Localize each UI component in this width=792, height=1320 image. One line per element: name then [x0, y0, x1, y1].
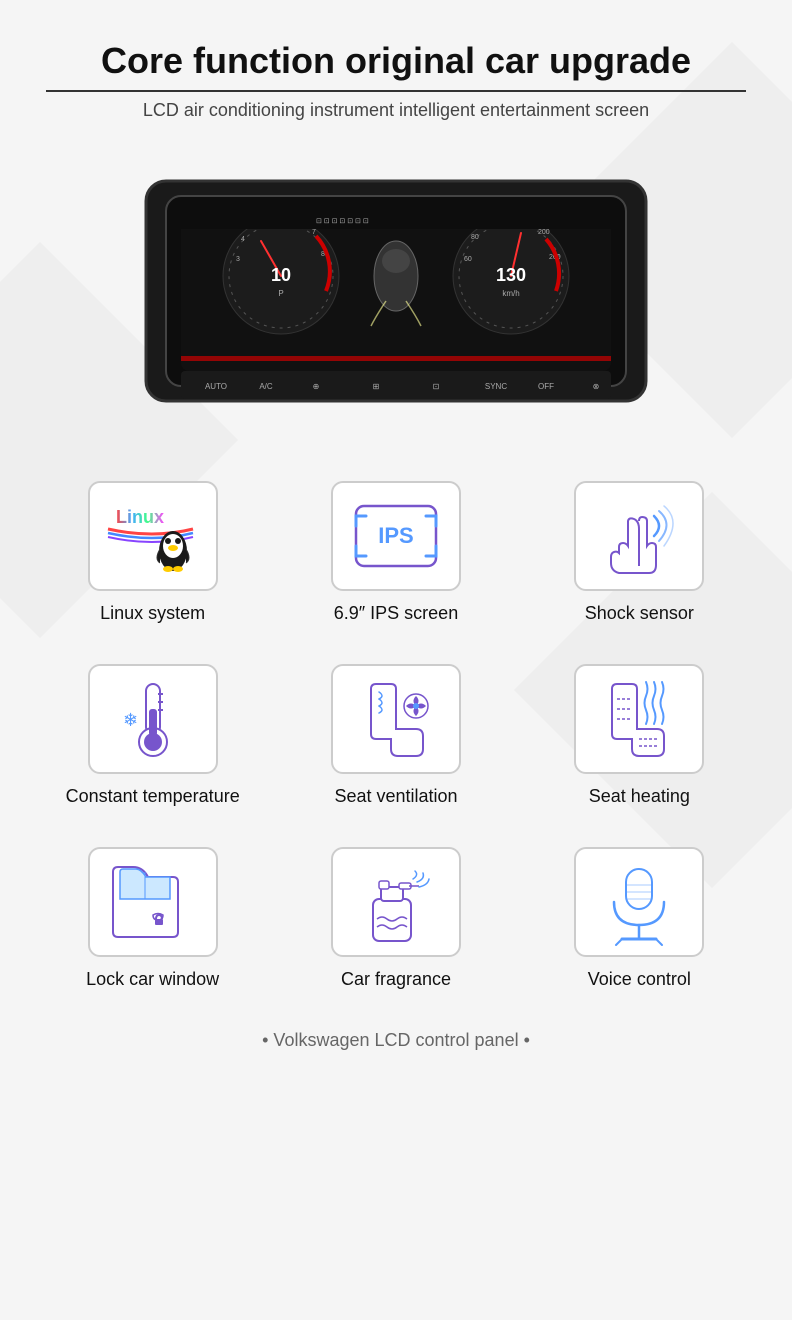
svg-text:⊗: ⊗: [593, 382, 600, 391]
svg-text:Linux: Linux: [116, 507, 164, 527]
svg-text:10: 10: [271, 265, 291, 285]
svg-text:7: 7: [312, 229, 316, 236]
feature-seat-heating: Seat heating: [533, 664, 746, 807]
svg-text:IPS: IPS: [378, 523, 413, 548]
svg-text:⊡ ⊡ ⊡ ⊡ ⊡ ⊡ ⊡: ⊡ ⊡ ⊡ ⊡ ⊡ ⊡ ⊡: [316, 218, 369, 225]
feature-seat-ventilation: Seat ventilation: [289, 664, 502, 807]
page-subtitle: LCD air conditioning instrument intellig…: [143, 100, 649, 121]
car-dashboard-image: 10 P 3 4 5 6 7 8 130: [106, 151, 686, 431]
page-title: Core function original car upgrade: [46, 40, 746, 92]
lock-car-window-label: Lock car window: [86, 969, 219, 990]
shock-icon-box: [574, 481, 704, 591]
svg-text:P: P: [278, 289, 283, 298]
voice-icon-box: [574, 847, 704, 957]
svg-text:⊡: ⊡: [433, 382, 440, 391]
linux-icon-box: Linux: [88, 481, 218, 591]
ips-icon-box: IPS: [331, 481, 461, 591]
feature-ips-screen: IPS 6.9″ IPS screen: [289, 481, 502, 624]
svg-text:km/h: km/h: [502, 289, 519, 298]
feature-linux-system: Linux: [46, 481, 259, 624]
seat-heating-label: Seat heating: [589, 786, 690, 807]
svg-text:⊞: ⊞: [373, 382, 380, 391]
svg-text:3: 3: [236, 256, 240, 263]
svg-text:60: 60: [464, 256, 472, 263]
shock-sensor-label: Shock sensor: [585, 603, 694, 624]
svg-text:A/C: A/C: [259, 382, 273, 391]
feature-lock-car-window: Lock car window: [46, 847, 259, 990]
svg-text:130: 130: [496, 265, 526, 285]
feature-shock-sensor: Shock sensor: [533, 481, 746, 624]
footer-text: • Volkswagen LCD control panel •: [262, 1030, 530, 1051]
svg-text:SYNC: SYNC: [485, 382, 507, 391]
feature-voice-control: Voice control: [533, 847, 746, 990]
temp-icon-box: ❄: [88, 664, 218, 774]
seat-ventilation-label: Seat ventilation: [334, 786, 457, 807]
linux-system-label: Linux system: [100, 603, 205, 624]
svg-text:4: 4: [241, 236, 245, 243]
features-grid-row1: Linux: [46, 481, 746, 624]
voice-control-label: Voice control: [588, 969, 691, 990]
heating-icon-box: [574, 664, 704, 774]
fragrance-icon-box: [331, 847, 461, 957]
features-grid-row3: Lock car window: [46, 847, 746, 990]
window-icon-box: [88, 847, 218, 957]
svg-text:❄: ❄: [123, 710, 138, 730]
constant-temperature-label: Constant temperature: [66, 786, 240, 807]
svg-text:⊕: ⊕: [313, 382, 320, 391]
ventilation-icon-box: [331, 664, 461, 774]
ips-screen-label: 6.9″ IPS screen: [334, 603, 458, 624]
svg-text:200: 200: [538, 229, 550, 236]
car-fragrance-label: Car fragrance: [341, 969, 451, 990]
svg-text:OFF: OFF: [538, 382, 554, 391]
svg-text:AUTO: AUTO: [205, 382, 227, 391]
svg-text:80: 80: [471, 234, 479, 241]
features-grid-row2: ❄ Constant temperature: [46, 664, 746, 807]
feature-constant-temperature: ❄ Constant temperature: [46, 664, 259, 807]
feature-car-fragrance: Car fragrance: [289, 847, 502, 990]
